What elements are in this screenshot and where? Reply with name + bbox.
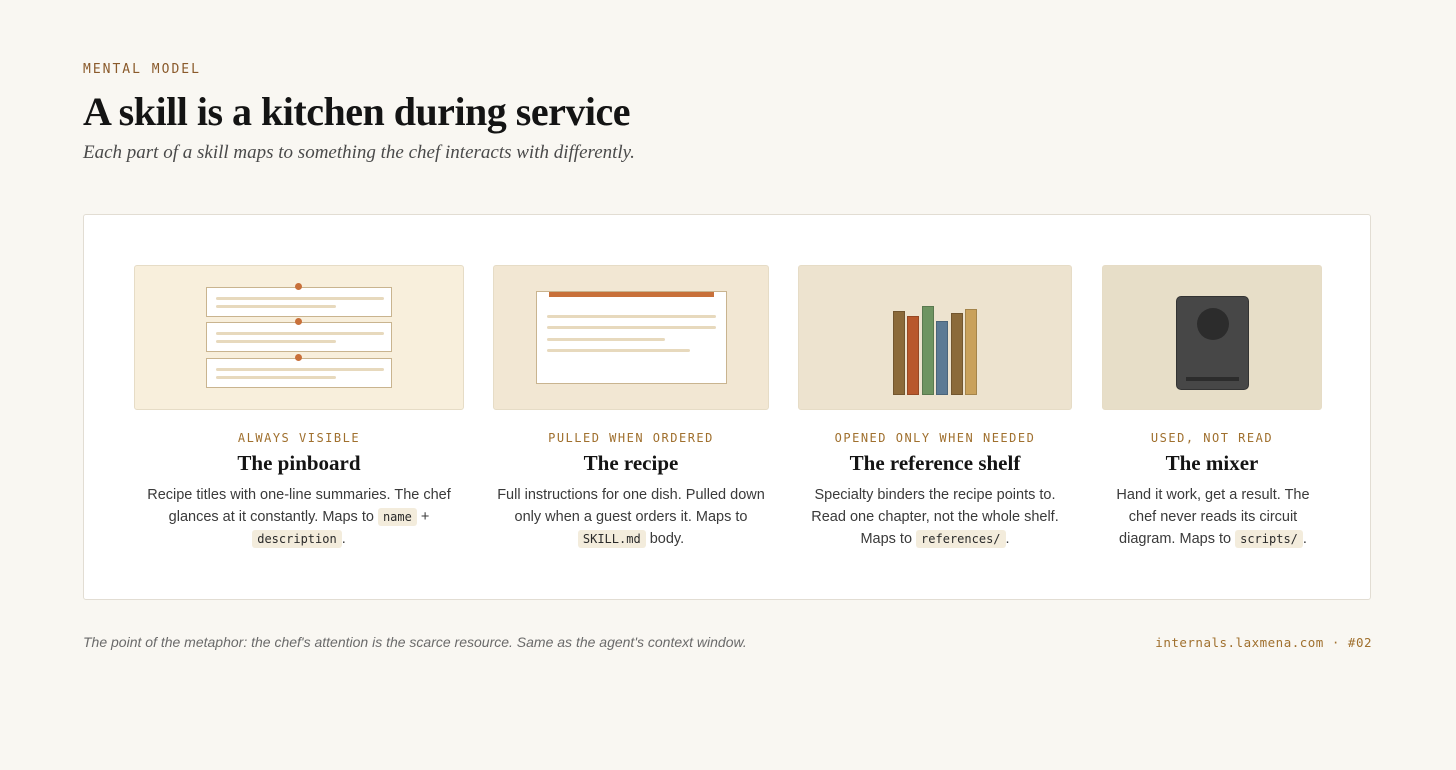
recipe-sheet bbox=[536, 291, 727, 384]
book bbox=[951, 313, 963, 395]
bookshelf-icon bbox=[798, 265, 1072, 410]
pin-icon bbox=[295, 318, 302, 325]
pinned-card bbox=[206, 318, 392, 352]
card-label: OPENED ONLY WHEN NEEDED bbox=[834, 431, 1036, 445]
page-subtitle: Each part of a skill maps to something t… bbox=[83, 142, 635, 163]
code-skill-md: SKILL.md bbox=[577, 530, 646, 548]
card-pinboard: ALWAYS VISIBLE The pinboard Recipe title… bbox=[134, 265, 464, 550]
page-title: A skill is a kitchen during service bbox=[83, 89, 631, 134]
code-description: description bbox=[252, 530, 342, 548]
book bbox=[907, 316, 919, 395]
code-name: name bbox=[377, 508, 417, 526]
book bbox=[922, 306, 934, 395]
card-title: The reference shelf bbox=[849, 451, 1021, 475]
card-title: The pinboard bbox=[237, 451, 361, 475]
card-label: USED, NOT READ bbox=[1150, 431, 1274, 445]
pinned-card bbox=[206, 354, 392, 388]
metaphor-panel: ALWAYS VISIBLE The pinboard Recipe title… bbox=[83, 214, 1371, 600]
card-mixer: USED, NOT READ The mixer Hand it work, g… bbox=[1102, 265, 1322, 550]
card-label: ALWAYS VISIBLE bbox=[237, 431, 361, 445]
card-label: PULLED WHEN ORDERED bbox=[548, 431, 714, 445]
card-title: The recipe bbox=[583, 451, 679, 475]
card-recipe: PULLED WHEN ORDERED The recipe Full inst… bbox=[493, 265, 769, 550]
card-description: Specialty binders the recipe points to. … bbox=[811, 487, 1059, 548]
card-description: Hand it work, get a result. The chef nev… bbox=[1116, 487, 1310, 548]
code-scripts: scripts/ bbox=[1235, 530, 1303, 548]
card-description: Recipe titles with one-line summaries. T… bbox=[147, 487, 451, 548]
book bbox=[893, 311, 905, 395]
pin-icon bbox=[295, 354, 302, 361]
book bbox=[965, 309, 977, 395]
mixer-slot bbox=[1186, 377, 1239, 381]
pinned-card bbox=[206, 283, 392, 317]
eyebrow-label: MENTAL MODEL bbox=[83, 62, 201, 77]
card-title: The mixer bbox=[1165, 451, 1259, 475]
footnote: The point of the metaphor: the chef's at… bbox=[83, 634, 747, 650]
card-reference-shelf: OPENED ONLY WHEN NEEDED The reference sh… bbox=[798, 265, 1072, 550]
pinboard-icon bbox=[134, 265, 464, 410]
mixer-knob bbox=[1197, 308, 1229, 340]
pin-icon bbox=[295, 283, 302, 290]
card-description: Full instructions for one dish. Pulled d… bbox=[497, 487, 765, 548]
recipe-icon bbox=[493, 265, 769, 410]
code-references: references/ bbox=[916, 530, 1006, 548]
mixer-icon bbox=[1102, 265, 1322, 410]
mixer-body bbox=[1176, 296, 1249, 390]
source-credit: internals.laxmena.com · #02 bbox=[1155, 635, 1372, 650]
book bbox=[936, 321, 948, 395]
